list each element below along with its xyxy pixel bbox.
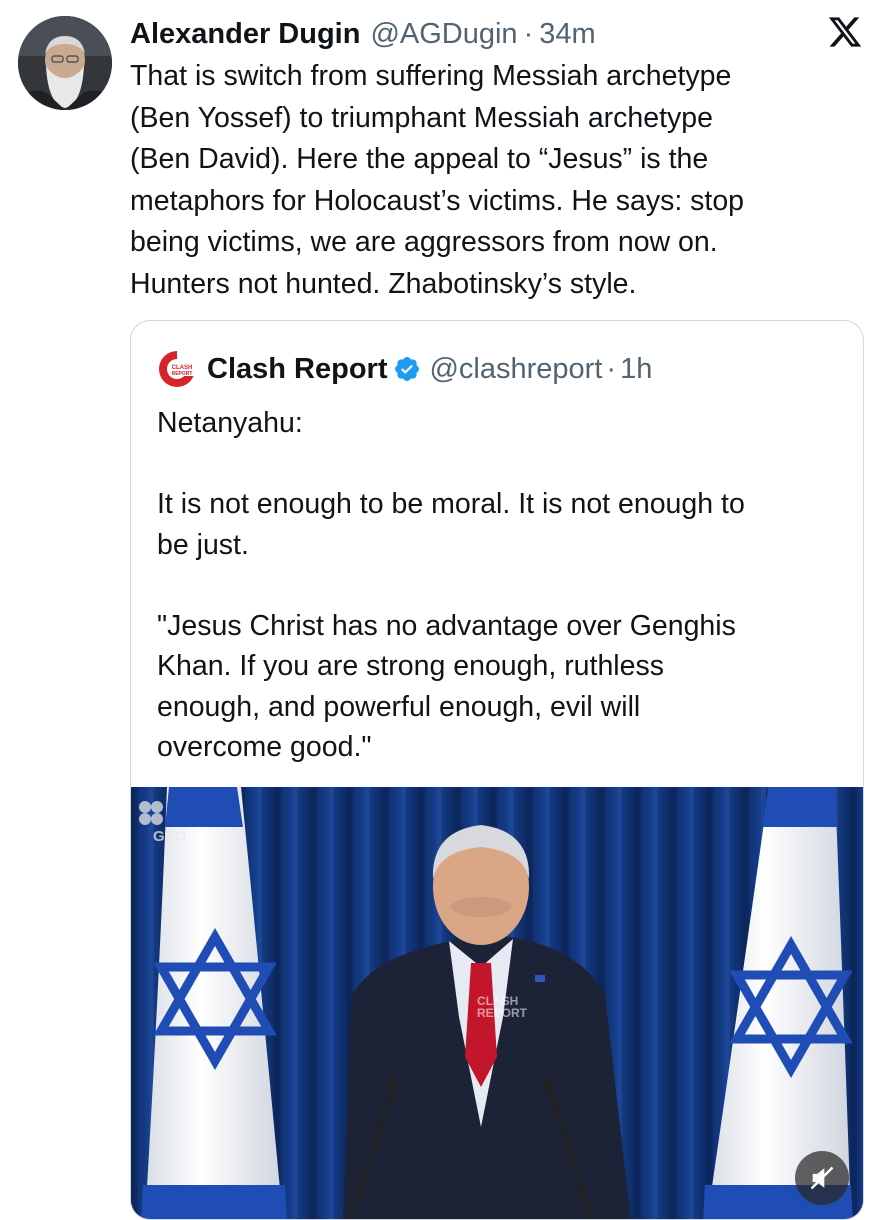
tweet-header: Alexander Dugin @AGDugin · 34m [130,14,596,54]
quoted-tweet-video[interactable]: GPO CLASH REPORT [131,787,863,1219]
quoted-author-name[interactable]: Clash Report [207,353,387,386]
x-logo-glyph [828,17,862,47]
quoted-author-avatar[interactable]: CLASH REPORT [157,349,197,389]
quoted-tweet-timestamp[interactable]: 1h [620,353,652,386]
header-separator: · [523,18,534,50]
quoted-tweet-text: Netanyahu: It is not enough to be moral.… [157,407,745,763]
tweet-text: That is switch from suffering Messiah ar… [130,60,745,300]
x-logo-icon[interactable] [826,14,864,50]
muted-speaker-icon [810,1166,834,1190]
video-frame: GPO CLASH REPORT [131,787,863,1219]
author-avatar[interactable] [18,16,112,110]
clash-report-logo-icon: CLASH REPORT [157,349,197,389]
quoted-header-separator: · [606,352,617,385]
verified-badge-icon [393,355,421,383]
gpo-watermark-text: GPO [153,828,187,845]
quoted-tweet-card[interactable]: CLASH REPORT Clash Report @clashreport ·… [130,320,864,1220]
mute-button[interactable] [795,1151,849,1205]
author-name[interactable]: Alexander Dugin [130,14,360,54]
author-avatar-image [18,16,112,110]
tweet-timestamp[interactable]: 34m [539,14,595,54]
quoted-tweet-header: CLASH REPORT Clash Report @clashreport ·… [157,347,652,391]
author-handle[interactable]: @AGDugin [370,14,517,54]
quoted-author-handle[interactable]: @clashreport [429,353,602,386]
clash-logo-text-bottom: REPORT [172,371,193,377]
video-overlay-bottom: REPORT [477,1006,528,1020]
